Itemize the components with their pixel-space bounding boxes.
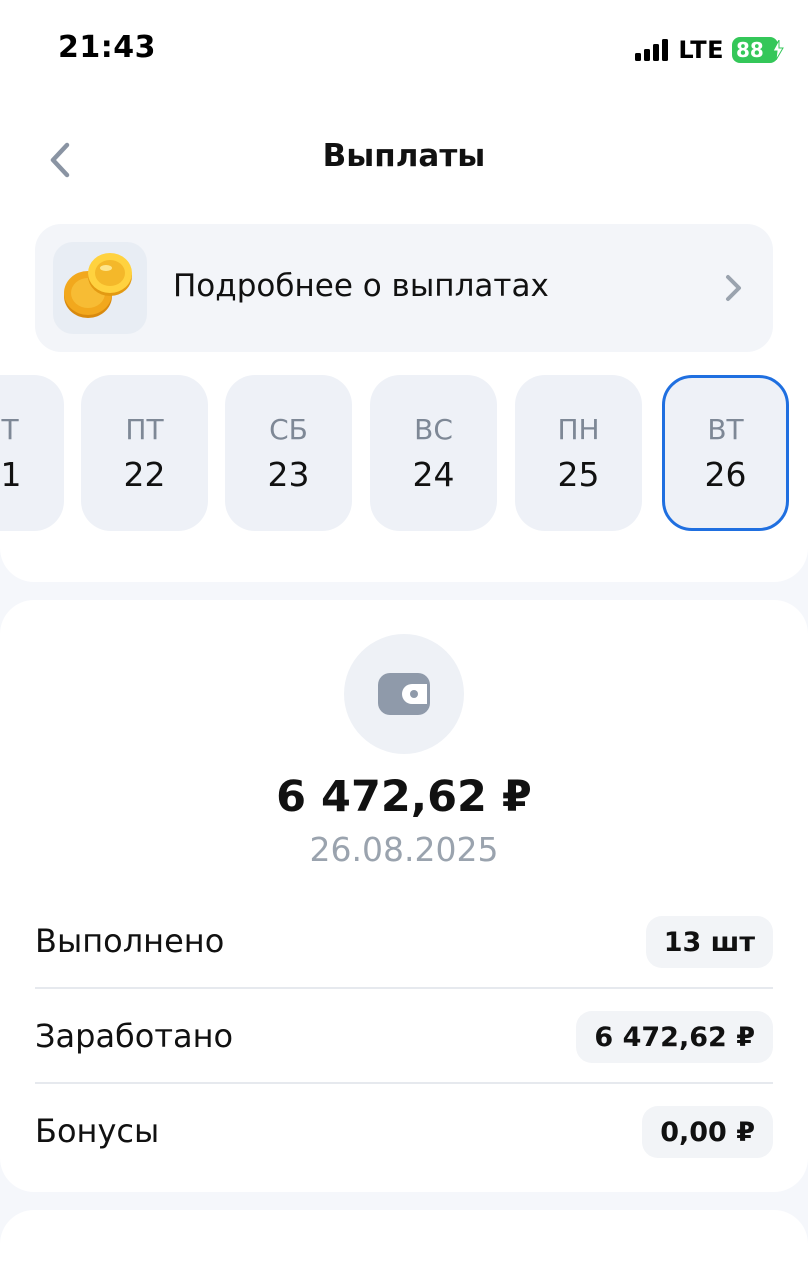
stat-row-completed: Выполнено 13 шт bbox=[35, 900, 773, 994]
day-number: 26 bbox=[704, 455, 747, 494]
divider bbox=[35, 1082, 773, 1084]
day-number: 22 bbox=[123, 455, 166, 494]
wallet-icon bbox=[378, 673, 430, 715]
promo-icon-container bbox=[53, 242, 147, 334]
next-card bbox=[0, 1210, 808, 1280]
divider bbox=[35, 987, 773, 989]
total-amount: 6 472,62 ₽ bbox=[276, 772, 532, 822]
coins-icon bbox=[64, 253, 132, 318]
wallet-icon-container bbox=[344, 634, 464, 754]
stat-label: Бонусы bbox=[35, 1112, 160, 1150]
day-item-selected[interactable]: ВТ 26 bbox=[662, 375, 789, 531]
stat-label: Выполнено bbox=[35, 922, 225, 960]
day-number: 23 bbox=[267, 455, 310, 494]
payout-info-link[interactable]: Подробнее о выплатах bbox=[35, 224, 773, 352]
day-item[interactable]: ЧТ 21 bbox=[0, 375, 64, 531]
battery-indicator: 88 bbox=[732, 37, 784, 63]
charging-icon bbox=[772, 40, 784, 60]
day-of-week: ВТ bbox=[707, 413, 744, 446]
day-of-week: ПН bbox=[557, 413, 600, 446]
status-indicators: LTE 88 bbox=[635, 36, 784, 64]
payouts-screen: 21:43 LTE 88 Выплаты Подробнее о выплата… bbox=[0, 0, 808, 1280]
stat-row-earned: Заработано 6 472,62 ₽ bbox=[35, 995, 773, 1089]
day-number: 24 bbox=[412, 455, 455, 494]
top-section: 21:43 LTE 88 Выплаты Подробнее о выплата… bbox=[0, 0, 808, 582]
day-item[interactable]: СБ 23 bbox=[225, 375, 352, 531]
signal-icon bbox=[635, 39, 669, 61]
day-number: 21 bbox=[0, 455, 22, 494]
stat-value: 6 472,62 ₽ bbox=[576, 1011, 773, 1063]
day-selector[interactable]: ЧТ 21 ПТ 22 СБ 23 ВС 24 ПН 25 ВТ 26 bbox=[0, 375, 808, 531]
stat-row-bonuses: Бонусы 0,00 ₽ bbox=[35, 1090, 773, 1184]
day-of-week: ВС bbox=[414, 413, 453, 446]
day-of-week: ПТ bbox=[125, 413, 164, 446]
day-number: 25 bbox=[557, 455, 600, 494]
stat-label: Заработано bbox=[35, 1017, 234, 1055]
stat-value: 0,00 ₽ bbox=[642, 1106, 773, 1158]
payout-date: 26.08.2025 bbox=[309, 830, 499, 869]
day-item[interactable]: ВС 24 bbox=[370, 375, 497, 531]
battery-level: 88 bbox=[736, 38, 764, 62]
day-of-week: ЧТ bbox=[0, 413, 19, 446]
page-title: Выплаты bbox=[322, 138, 486, 174]
status-time: 21:43 bbox=[58, 30, 156, 65]
chevron-right-icon bbox=[726, 275, 741, 301]
day-of-week: СБ bbox=[269, 413, 308, 446]
stat-value: 13 шт bbox=[645, 916, 773, 968]
day-item[interactable]: ПТ 22 bbox=[81, 375, 208, 531]
promo-label: Подробнее о выплатах bbox=[173, 268, 549, 304]
network-label: LTE bbox=[678, 36, 724, 64]
day-item[interactable]: ПН 25 bbox=[515, 375, 642, 531]
payout-summary-card: 6 472,62 ₽ 26.08.2025 Выполнено 13 шт За… bbox=[0, 600, 808, 1192]
